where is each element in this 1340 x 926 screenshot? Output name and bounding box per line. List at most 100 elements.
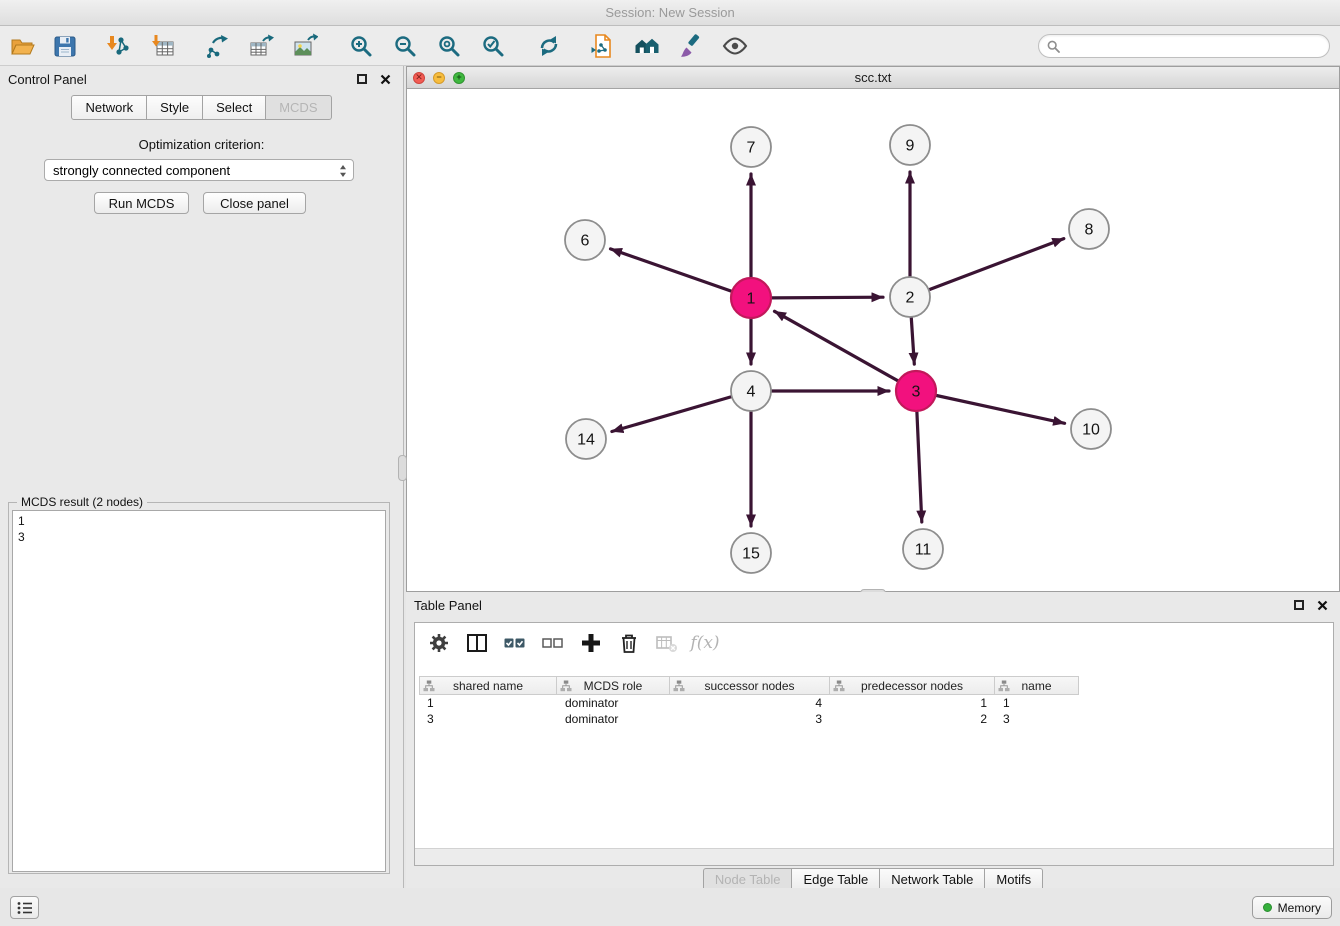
column-header-successor-nodes[interactable]: successor nodes xyxy=(670,676,830,695)
column-header-predecessor-nodes[interactable]: predecessor nodes xyxy=(830,676,995,695)
apply-layout-button[interactable] xyxy=(534,31,564,61)
delete-table-icon xyxy=(656,632,678,654)
tab-style[interactable]: Style xyxy=(147,95,203,120)
task-history-button[interactable] xyxy=(10,896,39,919)
node-label: 3 xyxy=(912,384,921,401)
optimization-criterion-select[interactable]: strongly connected component xyxy=(44,159,354,181)
node-8[interactable]: 8 xyxy=(1069,209,1109,249)
zoom-out-button[interactable] xyxy=(390,31,420,61)
node-table-body: f(x) shared nameMCDS rolesuccessor nodes… xyxy=(414,622,1334,866)
node-label: 2 xyxy=(906,290,915,307)
network-document-icon xyxy=(590,33,616,59)
open-file-button[interactable] xyxy=(8,31,38,61)
node-6[interactable]: 6 xyxy=(565,220,605,260)
network-window-titlebar[interactable]: ✕ − + scc.txt xyxy=(407,67,1339,89)
show-columns-button[interactable] xyxy=(466,632,488,654)
table-row[interactable]: 1dominator411 xyxy=(419,695,1331,711)
home-button[interactable] xyxy=(632,31,662,61)
control-panel: Control Panel NetworkStyleSelectMCDS Opt… xyxy=(0,66,404,888)
float-table-panel-icon[interactable] xyxy=(1294,600,1304,610)
memory-button-label: Memory xyxy=(1278,901,1321,915)
memory-button[interactable]: Memory xyxy=(1252,896,1332,919)
export-image-button[interactable] xyxy=(290,31,320,61)
close-panel-icon[interactable] xyxy=(380,74,391,85)
zoom-fit-icon xyxy=(436,33,462,59)
column-header-shared-name[interactable]: shared name xyxy=(419,676,557,695)
edge-2-8[interactable] xyxy=(930,239,1064,290)
status-bar: Memory xyxy=(0,888,1340,926)
node-label: 15 xyxy=(742,546,760,563)
table-cell: 4 xyxy=(670,695,830,711)
edge-1-6[interactable] xyxy=(611,249,732,291)
close-window-icon[interactable]: ✕ xyxy=(413,72,425,84)
edge-3-10[interactable] xyxy=(937,396,1065,424)
column-header-name[interactable]: name xyxy=(995,676,1079,695)
edge-2-3[interactable] xyxy=(911,318,914,364)
search-input[interactable] xyxy=(1065,39,1321,54)
apply-style-button[interactable] xyxy=(676,31,706,61)
minimize-window-icon[interactable]: − xyxy=(433,72,445,84)
node-9[interactable]: 9 xyxy=(890,125,930,165)
column-header-label: predecessor nodes xyxy=(861,679,963,693)
zoom-in-button[interactable] xyxy=(346,31,376,61)
window-title: Session: New Session xyxy=(605,5,734,20)
zoom-selected-icon xyxy=(480,33,506,59)
mcds-result-box[interactable]: 13 xyxy=(12,510,386,872)
table-row[interactable]: 3dominator323 xyxy=(419,711,1331,727)
node-11[interactable]: 11 xyxy=(903,529,943,569)
table-cell: 3 xyxy=(670,711,830,727)
column-header-label: name xyxy=(1021,679,1051,693)
list-icon xyxy=(16,900,34,916)
delete-column-button[interactable] xyxy=(618,632,640,654)
add-column-button[interactable] xyxy=(580,632,602,654)
tab-select[interactable]: Select xyxy=(203,95,266,120)
vertical-splitter-handle[interactable] xyxy=(398,455,407,481)
tab-network[interactable]: Network xyxy=(71,95,147,120)
edge-1-2[interactable] xyxy=(772,297,883,298)
zoom-selected-button[interactable] xyxy=(478,31,508,61)
column-header-mcds-role[interactable]: MCDS role xyxy=(557,676,670,695)
column-header-label: MCDS role xyxy=(584,679,643,693)
node-7[interactable]: 7 xyxy=(731,127,771,167)
mcds-result-line: 1 xyxy=(18,513,380,529)
edge-3-1[interactable] xyxy=(775,311,898,380)
network-canvas[interactable]: 7 9 6 8 1 2 4 3 14 10 15 11 xyxy=(407,89,1339,591)
search-box[interactable] xyxy=(1038,34,1330,58)
node-2[interactable]: 2 xyxy=(890,277,930,317)
title-bar: Session: New Session xyxy=(0,0,1340,26)
table-horizontal-scrollbar[interactable] xyxy=(415,848,1333,865)
maximize-window-icon[interactable]: + xyxy=(453,72,465,84)
home-icon xyxy=(634,33,660,59)
select-all-button[interactable] xyxy=(504,632,526,654)
tab-mcds[interactable]: MCDS xyxy=(266,95,331,120)
node-10[interactable]: 10 xyxy=(1071,409,1111,449)
select-stepper-icon xyxy=(339,164,347,181)
export-table-icon xyxy=(248,33,274,59)
node-4[interactable]: 4 xyxy=(731,371,771,411)
export-network-button[interactable] xyxy=(202,31,232,61)
copy-network-button[interactable] xyxy=(588,31,618,61)
import-table-button[interactable] xyxy=(148,31,178,61)
deselect-all-icon xyxy=(542,632,564,654)
table-settings-button[interactable] xyxy=(428,632,450,654)
close-table-panel-icon[interactable] xyxy=(1317,600,1328,611)
save-session-button[interactable] xyxy=(50,31,80,61)
close-panel-button[interactable]: Close panel xyxy=(203,192,306,214)
node-3[interactable]: 3 xyxy=(896,371,936,411)
import-network-button[interactable] xyxy=(102,31,132,61)
edge-4-14[interactable] xyxy=(612,397,731,432)
show-details-button[interactable] xyxy=(720,31,750,61)
edge-3-11[interactable] xyxy=(917,412,922,522)
search-icon xyxy=(1047,40,1060,53)
mcds-result-title: MCDS result (2 nodes) xyxy=(17,495,147,509)
node-14[interactable]: 14 xyxy=(566,419,606,459)
run-mcds-button[interactable]: Run MCDS xyxy=(94,192,189,214)
save-icon xyxy=(52,33,78,59)
export-table-button[interactable] xyxy=(246,31,276,61)
trash-icon xyxy=(618,632,640,654)
node-15[interactable]: 15 xyxy=(731,533,771,573)
zoom-fit-button[interactable] xyxy=(434,31,464,61)
deselect-all-button[interactable] xyxy=(542,632,564,654)
float-window-icon[interactable] xyxy=(357,74,367,84)
node-1[interactable]: 1 xyxy=(731,278,771,318)
